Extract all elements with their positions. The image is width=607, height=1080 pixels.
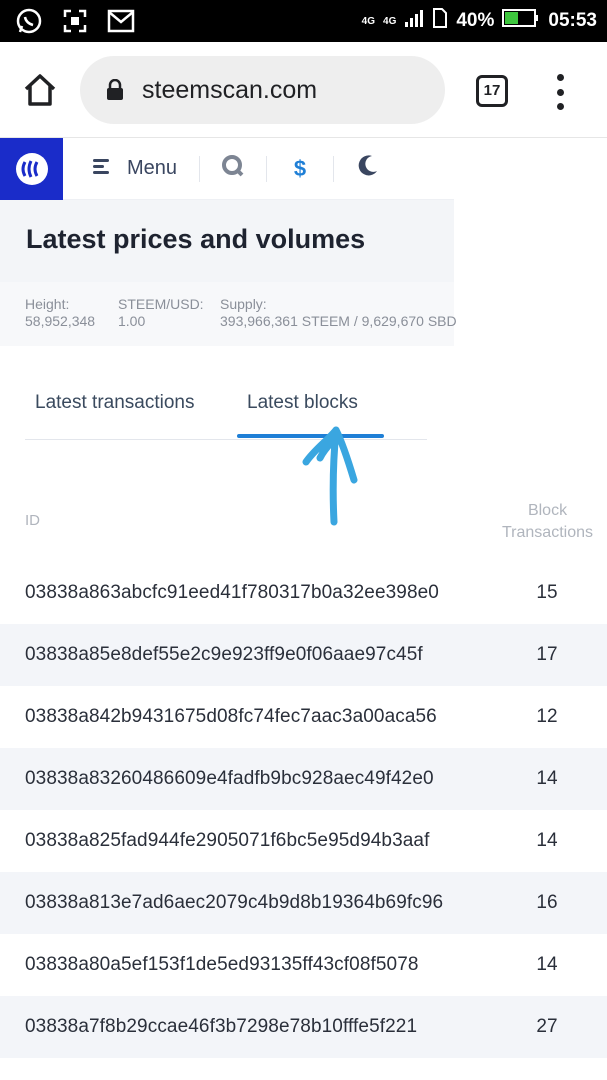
supply-value: 393,966,361 STEEM / 9,629,670 SBD: [220, 313, 457, 329]
tx-count: 14: [536, 954, 558, 975]
price-value: 1.00: [118, 313, 146, 329]
table-row[interactable]: 03838a825fad944fe2905071f6bc5e95d94b3aaf…: [0, 810, 607, 872]
screenshot-icon: [60, 6, 90, 36]
supply-stat: Supply: 393,966,361 STEEM / 9,629,670 SB…: [220, 296, 457, 330]
browser-menu-icon[interactable]: [550, 74, 570, 110]
network-type-2: 4G: [383, 15, 397, 27]
tx-count: 14: [536, 768, 558, 789]
status-bar: 4G 4G 40% 05:53: [0, 0, 607, 42]
block-id-link[interactable]: 03838a813e7ad6aec2079c4b9d8b19364b69fc96: [25, 892, 443, 914]
currency-button[interactable]: $: [267, 138, 333, 200]
height-value: 58,952,348: [25, 313, 96, 329]
browser-toolbar: steemscan.com 17: [0, 42, 607, 138]
chain-stats: Height: 58,952,348 STEEM/USD: 1.00 Suppl…: [0, 282, 457, 346]
whatsapp-icon: [14, 6, 44, 36]
column-header-id: ID: [25, 512, 40, 529]
block-id-link[interactable]: 03838a863abcfc91eed41f780317b0a32ee398e0: [25, 582, 439, 604]
tab-bar: Latest transactions Latest blocks: [25, 370, 427, 440]
table-row[interactable]: 03838a7f8b29ccae46f3b7298e78b10fffe5f221…: [0, 996, 607, 1058]
blocks-table: 03838a863abcfc91eed41f780317b0a32ee398e0…: [0, 562, 607, 1058]
tab-switcher-button[interactable]: 17: [476, 75, 508, 107]
network-type-1: 4G: [361, 15, 376, 27]
table-row[interactable]: 03838a842b9431675d08fc74fec7aac3a00aca56…: [0, 686, 607, 748]
dollar-icon: $: [293, 155, 307, 181]
block-id-link[interactable]: 03838a825fad944fe2905071f6bc5e95d94b3aaf: [25, 830, 429, 852]
block-id-link[interactable]: 03838a85e8def55e2c9e923ff9e0f06aae97c45f: [25, 644, 423, 666]
battery-percent: 40%: [456, 10, 495, 31]
menu-icon: [93, 157, 113, 180]
tab-latest-transactions[interactable]: Latest transactions: [35, 392, 194, 414]
menu-button[interactable]: Menu: [93, 157, 177, 180]
tx-count: 17: [536, 644, 558, 665]
price-label: STEEM/USD:: [118, 296, 204, 312]
tab-latest-blocks[interactable]: Latest blocks: [247, 392, 358, 414]
block-id-link[interactable]: 03838a7f8b29ccae46f3b7298e78b10fffe5f221: [25, 1016, 417, 1038]
site-nav: Menu $: [0, 137, 454, 200]
signal-icon: [404, 8, 424, 34]
prices-header: Latest prices and volumes: [0, 200, 454, 282]
battery-icon: [502, 9, 540, 33]
home-icon[interactable]: [22, 72, 58, 108]
table-row[interactable]: 03838a83260486609e4fadfb9bc928aec49f42e0…: [0, 748, 607, 810]
table-row[interactable]: 03838a813e7ad6aec2079c4b9d8b19364b69fc96…: [0, 872, 607, 934]
clock: 05:53: [548, 10, 597, 31]
annotation-arrow: [302, 426, 358, 526]
menu-label: Menu: [127, 157, 178, 179]
block-id-link[interactable]: 03838a842b9431675d08fc74fec7aac3a00aca56: [25, 706, 437, 728]
block-id-link[interactable]: 03838a83260486609e4fadfb9bc928aec49f42e0: [25, 768, 434, 790]
tx-count: 15: [536, 582, 558, 603]
price-stat: STEEM/USD: 1.00: [118, 296, 204, 330]
lock-icon: [106, 78, 124, 101]
height-label: Height:: [25, 296, 70, 312]
steem-logo[interactable]: [0, 137, 63, 200]
block-id-link[interactable]: 03838a80a5ef153f1de5ed93135ff43cf08f5078: [25, 954, 419, 976]
page-title: Latest prices and volumes: [26, 224, 366, 254]
gmail-icon: [106, 6, 136, 36]
search-button[interactable]: [200, 138, 266, 200]
tx-count: 27: [536, 1016, 558, 1037]
sim-icon: [432, 8, 448, 34]
address-bar[interactable]: steemscan.com: [80, 56, 445, 124]
table-row[interactable]: 03838a85e8def55e2c9e923ff9e0f06aae97c45f…: [0, 624, 607, 686]
column-header-block-transactions: Block Transactions: [490, 500, 605, 544]
tx-count: 12: [536, 706, 558, 727]
column-header-line-1: Block: [527, 502, 568, 519]
column-header-line-2: Transactions: [502, 524, 593, 541]
tx-count: 14: [536, 830, 558, 851]
table-row[interactable]: 03838a863abcfc91eed41f780317b0a32ee398e0…: [0, 562, 607, 624]
url-text: steemscan.com: [142, 75, 318, 104]
tx-count: 16: [536, 892, 558, 913]
search-icon: [221, 154, 245, 183]
moon-icon: [354, 153, 380, 184]
supply-label: Supply:: [220, 296, 267, 312]
theme-toggle-button[interactable]: [334, 138, 400, 200]
table-row[interactable]: 03838a80a5ef153f1de5ed93135ff43cf08f5078…: [0, 934, 607, 996]
height-stat: Height: 58,952,348: [25, 296, 95, 330]
